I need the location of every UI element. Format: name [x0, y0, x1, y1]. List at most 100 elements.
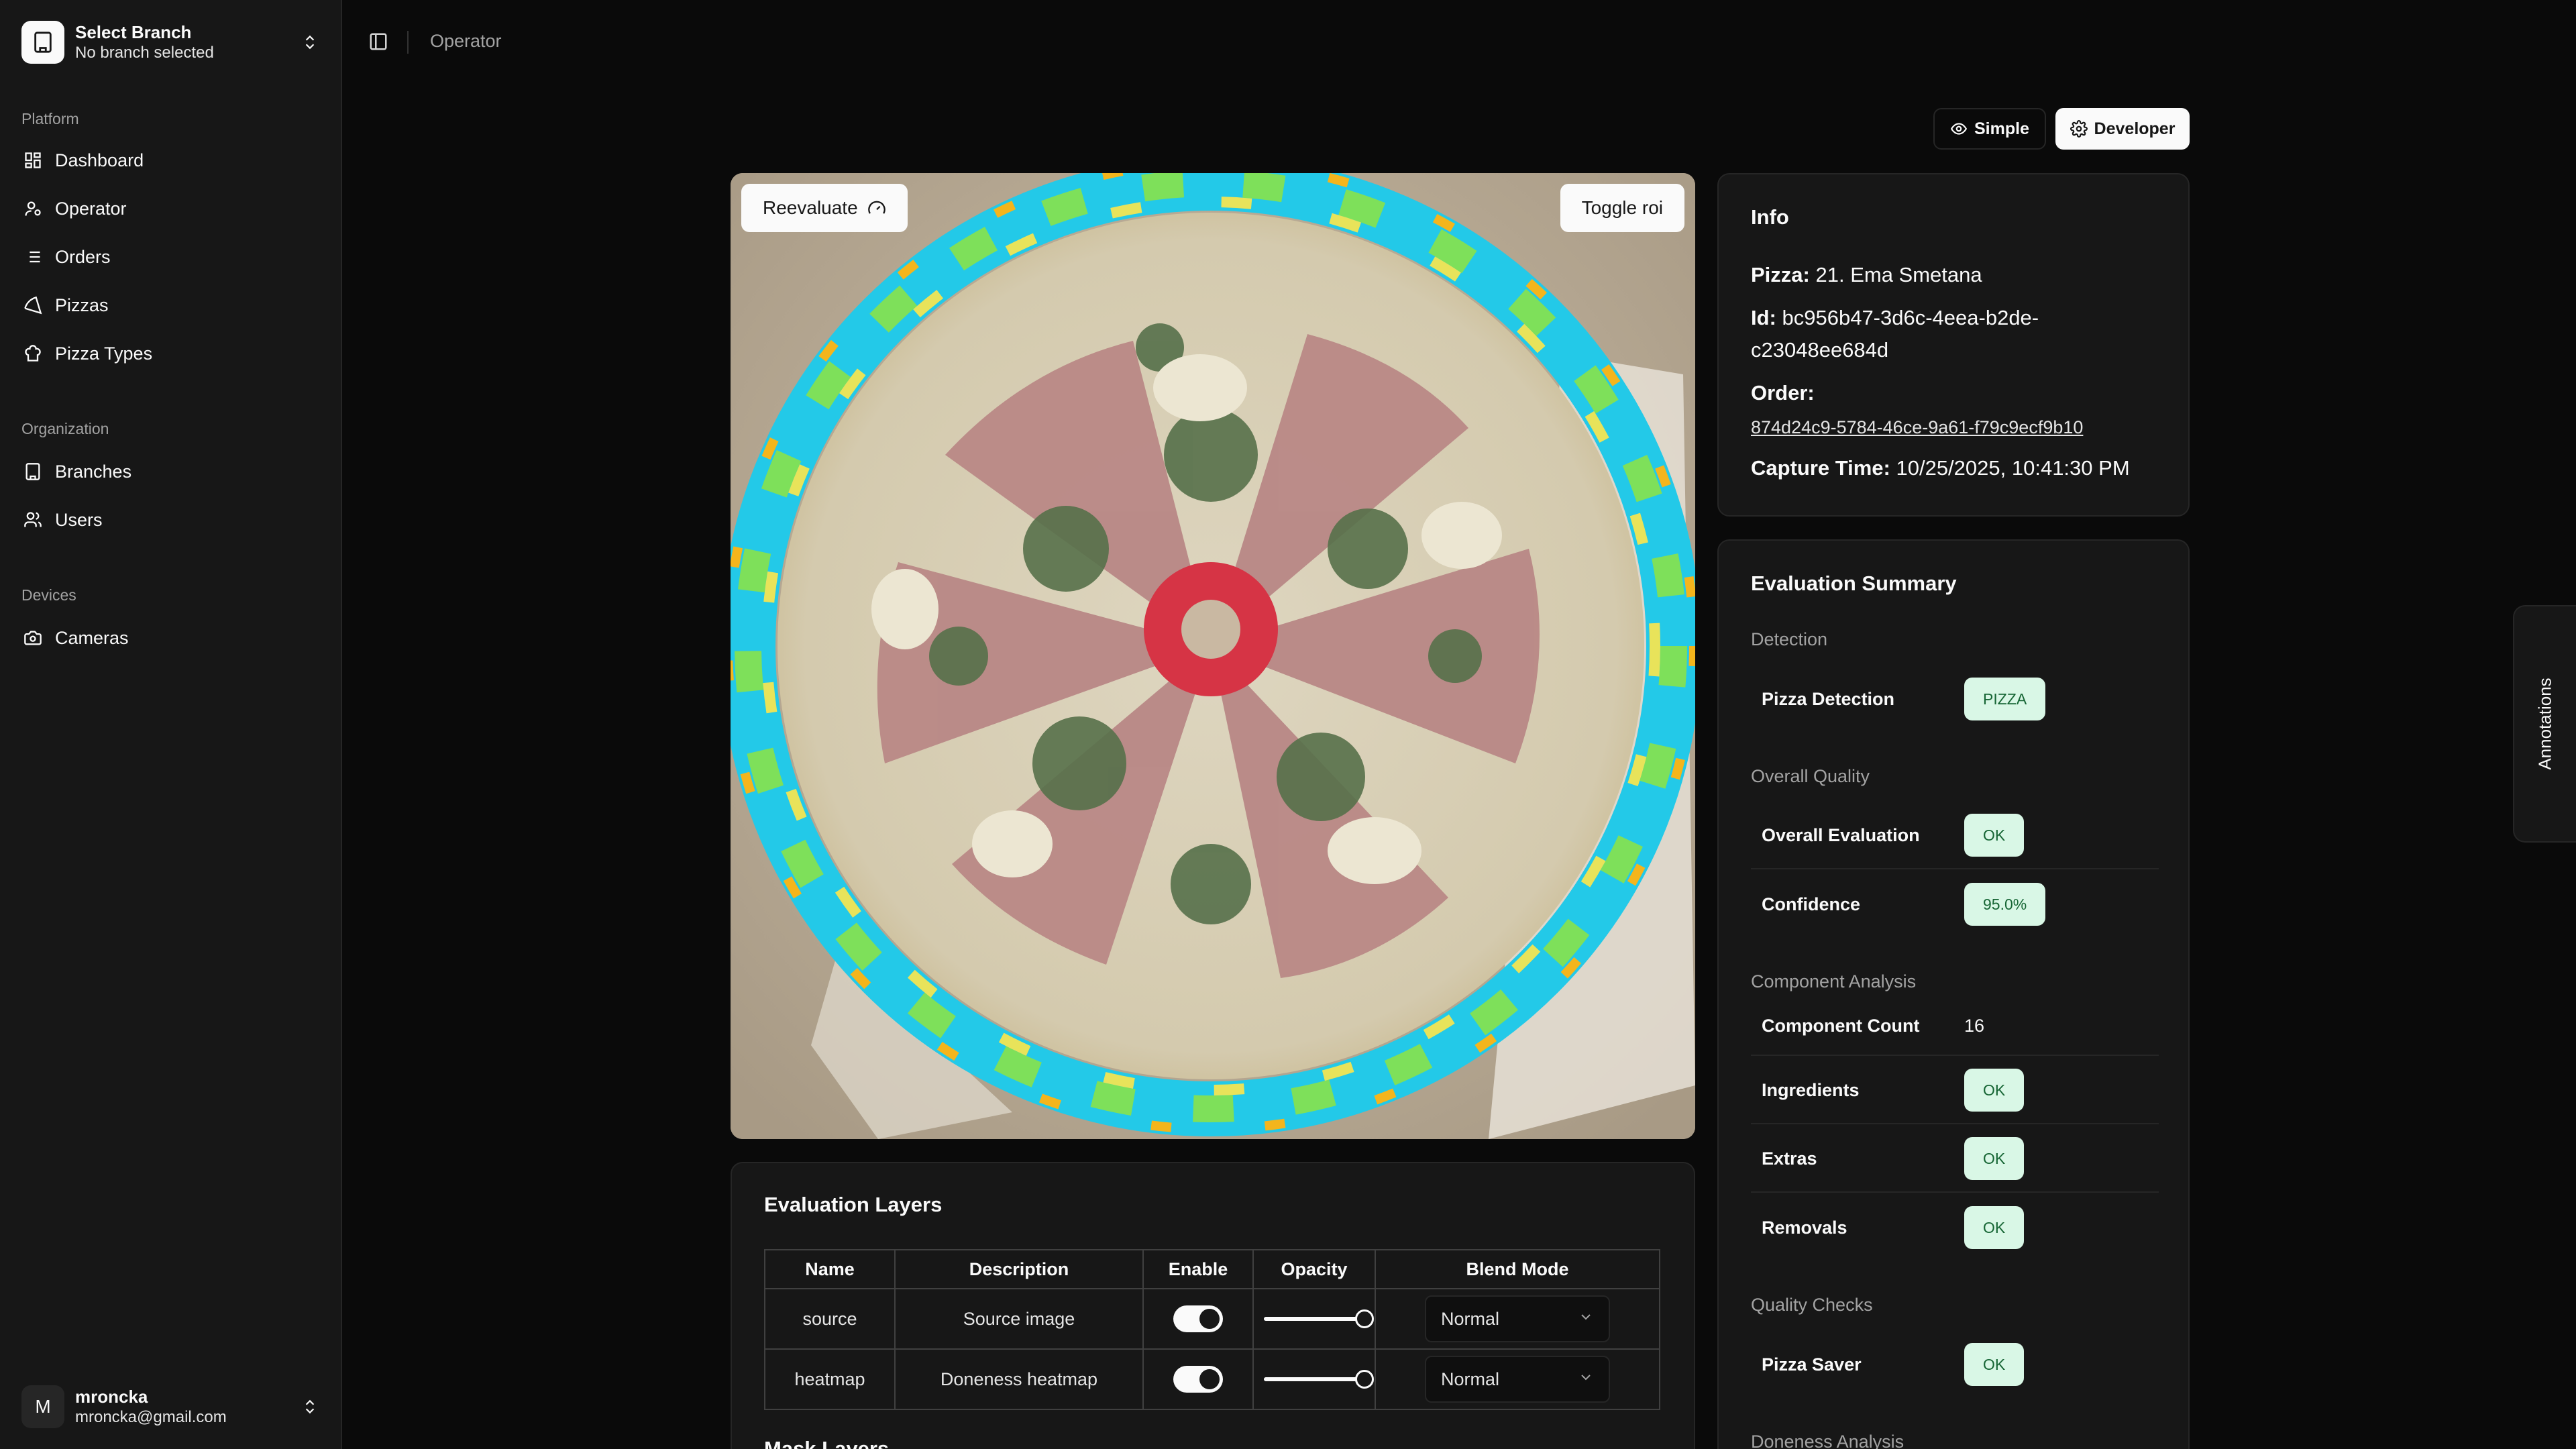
- info-id-value: bc956b47-3d6c-4eea-b2de-c23048ee684d: [1751, 306, 2039, 362]
- user-menu[interactable]: M mroncka mroncka@gmail.com: [13, 1378, 329, 1436]
- sidebar-item-label: Users: [55, 509, 103, 530]
- layer-enable-toggle[interactable]: [1173, 1305, 1223, 1332]
- slider-fill: [1264, 1317, 1364, 1322]
- header-divider: [407, 31, 409, 54]
- simple-mode-button[interactable]: Simple: [1933, 108, 2046, 150]
- evaluation-layers-panel: Evaluation Layers Name Description Enabl…: [731, 1162, 1695, 1449]
- summary-label: Pizza Detection: [1762, 688, 1895, 709]
- layer-description: Source image: [894, 1288, 1144, 1350]
- chevron-down-icon: [1578, 1369, 1594, 1390]
- status-badge: OK: [1964, 814, 2025, 857]
- summary-row: Pizza Detection PIZZA: [1751, 665, 2159, 733]
- status-badge: OK: [1964, 1137, 2025, 1180]
- branch-subtitle: No branch selected: [75, 44, 214, 62]
- user-email: mroncka@gmail.com: [75, 1408, 227, 1427]
- summary-row: Pizza Saver OK: [1751, 1331, 2159, 1398]
- summary-label: Overall Evaluation: [1762, 824, 1920, 845]
- summary-row: Removals OK: [1751, 1194, 2159, 1261]
- branch-title: Select Branch: [75, 21, 192, 42]
- building-icon: [21, 460, 44, 483]
- summary-label: Pizza Saver: [1762, 1354, 1862, 1375]
- list-icon: [21, 246, 44, 268]
- info-capture-value: 10/25/2025, 10:41:30 PM: [1896, 456, 2130, 480]
- info-panel: Info Pizza: 21. Ema Smetana Id: bc956b47…: [1717, 173, 2190, 517]
- annotations-tab-label: Annotations: [2534, 678, 2555, 770]
- layer-enable-toggle[interactable]: [1173, 1366, 1223, 1393]
- summary-row: Overall Evaluation OK: [1751, 802, 2159, 869]
- info-title: Info: [1751, 205, 1789, 229]
- chevrons-up-down-icon: [299, 32, 321, 53]
- eye-icon: [1950, 120, 1968, 138]
- users-icon: [21, 508, 44, 531]
- summary-label: Ingredients: [1762, 1079, 1860, 1100]
- section-doneness-analysis: Doneness Analysis: [1751, 1432, 1904, 1449]
- info-capture-time: Capture Time: 10/25/2025, 10:41:30 PM: [1751, 452, 2167, 484]
- reevaluate-button[interactable]: Reevaluate: [741, 184, 908, 232]
- sidebar-item-orders[interactable]: Orders: [13, 237, 329, 276]
- sidebar-item-label: Operator: [55, 198, 127, 219]
- sidebar-item-pizzas[interactable]: Pizzas: [13, 286, 329, 325]
- annotations-tab[interactable]: Annotations: [2513, 605, 2576, 843]
- column-header: Opacity: [1252, 1249, 1376, 1289]
- summary-label: Component Count: [1762, 1015, 1920, 1036]
- layer-name: source: [764, 1288, 896, 1350]
- section-detection: Detection: [1751, 629, 1828, 649]
- developer-mode-label: Developer: [2094, 119, 2176, 138]
- section-overall-quality: Overall Quality: [1751, 766, 1870, 786]
- table-row: heatmap Doneness heatmap Normal: [764, 1348, 1660, 1410]
- status-badge: OK: [1964, 1343, 2025, 1386]
- summary-row: Component Count 16: [1751, 997, 2159, 1056]
- sidebar-item-operator[interactable]: Operator: [13, 189, 329, 228]
- info-id: Id: bc956b47-3d6c-4eea-b2de-c23048ee684d: [1751, 302, 2167, 366]
- evaluation-summary-panel: Evaluation Summary Detection Pizza Detec…: [1717, 539, 2190, 1449]
- summary-row: Confidence 95.0%: [1751, 871, 2159, 938]
- gear-icon: [2070, 120, 2088, 138]
- breadcrumb[interactable]: Operator: [430, 31, 502, 52]
- info-pizza-value: 21. Ema Smetana: [1815, 263, 1982, 286]
- status-badge: 95.0%: [1964, 883, 2046, 926]
- sidebar-item-cameras[interactable]: Cameras: [13, 619, 329, 657]
- summary-label: Removals: [1762, 1217, 1847, 1238]
- sidebar-item-label: Pizza Types: [55, 343, 153, 364]
- reevaluate-label: Reevaluate: [763, 197, 858, 218]
- gauge-icon: [867, 199, 886, 217]
- info-order: Order:: [1751, 377, 2167, 409]
- chevron-down-icon: [1578, 1309, 1594, 1330]
- sidebar: Select Branch No branch selected Platfor…: [0, 0, 342, 1449]
- camera-icon: [21, 627, 44, 649]
- sidebar-item-dashboard[interactable]: Dashboard: [13, 141, 329, 180]
- layer-opacity-slider[interactable]: [1264, 1308, 1374, 1330]
- summary-row: Ingredients OK: [1751, 1057, 2159, 1124]
- developer-mode-button[interactable]: Developer: [2055, 108, 2190, 150]
- sidebar-item-users[interactable]: Users: [13, 500, 329, 539]
- sidebar-item-branches[interactable]: Branches: [13, 452, 329, 491]
- summary-label: Confidence: [1762, 894, 1861, 914]
- slider-thumb[interactable]: [1355, 1370, 1374, 1389]
- group-label-platform: Platform: [21, 110, 79, 127]
- slider-fill: [1264, 1377, 1364, 1382]
- toggle-knob: [1199, 1309, 1220, 1329]
- section-quality-checks: Quality Checks: [1751, 1295, 1873, 1315]
- sidebar-item-pizza-types[interactable]: Pizza Types: [13, 334, 329, 373]
- simple-mode-label: Simple: [1974, 119, 2029, 138]
- toggle-roi-button[interactable]: Toggle roi: [1560, 184, 1684, 232]
- sidebar-toggle-icon[interactable]: [366, 30, 390, 54]
- sidebar-item-label: Branches: [55, 461, 132, 482]
- layer-opacity-slider[interactable]: [1264, 1368, 1374, 1390]
- chef-hat-icon: [21, 342, 44, 365]
- sidebar-item-label: Dashboard: [55, 150, 144, 170]
- blend-mode-select[interactable]: Normal: [1425, 1295, 1610, 1342]
- layer-description: Doneness heatmap: [894, 1348, 1144, 1410]
- status-badge: OK: [1964, 1069, 2025, 1112]
- summary-title: Evaluation Summary: [1751, 572, 1957, 595]
- sidebar-item-label: Pizzas: [55, 294, 109, 315]
- slider-thumb[interactable]: [1355, 1309, 1374, 1329]
- layers-title: Evaluation Layers: [764, 1193, 943, 1216]
- blend-mode-select[interactable]: Normal: [1425, 1356, 1610, 1403]
- info-pizza-label: Pizza:: [1751, 263, 1810, 286]
- order-link[interactable]: 874d24c9-5784-46ce-9a61-f79c9ecf9b10: [1751, 417, 2083, 437]
- sidebar-item-label: Cameras: [55, 627, 129, 648]
- pizza-image-viewer[interactable]: Reevaluate Toggle roi: [731, 173, 1695, 1139]
- branch-selector[interactable]: Select Branch No branch selected: [13, 13, 329, 71]
- info-id-label: Id:: [1751, 306, 1776, 329]
